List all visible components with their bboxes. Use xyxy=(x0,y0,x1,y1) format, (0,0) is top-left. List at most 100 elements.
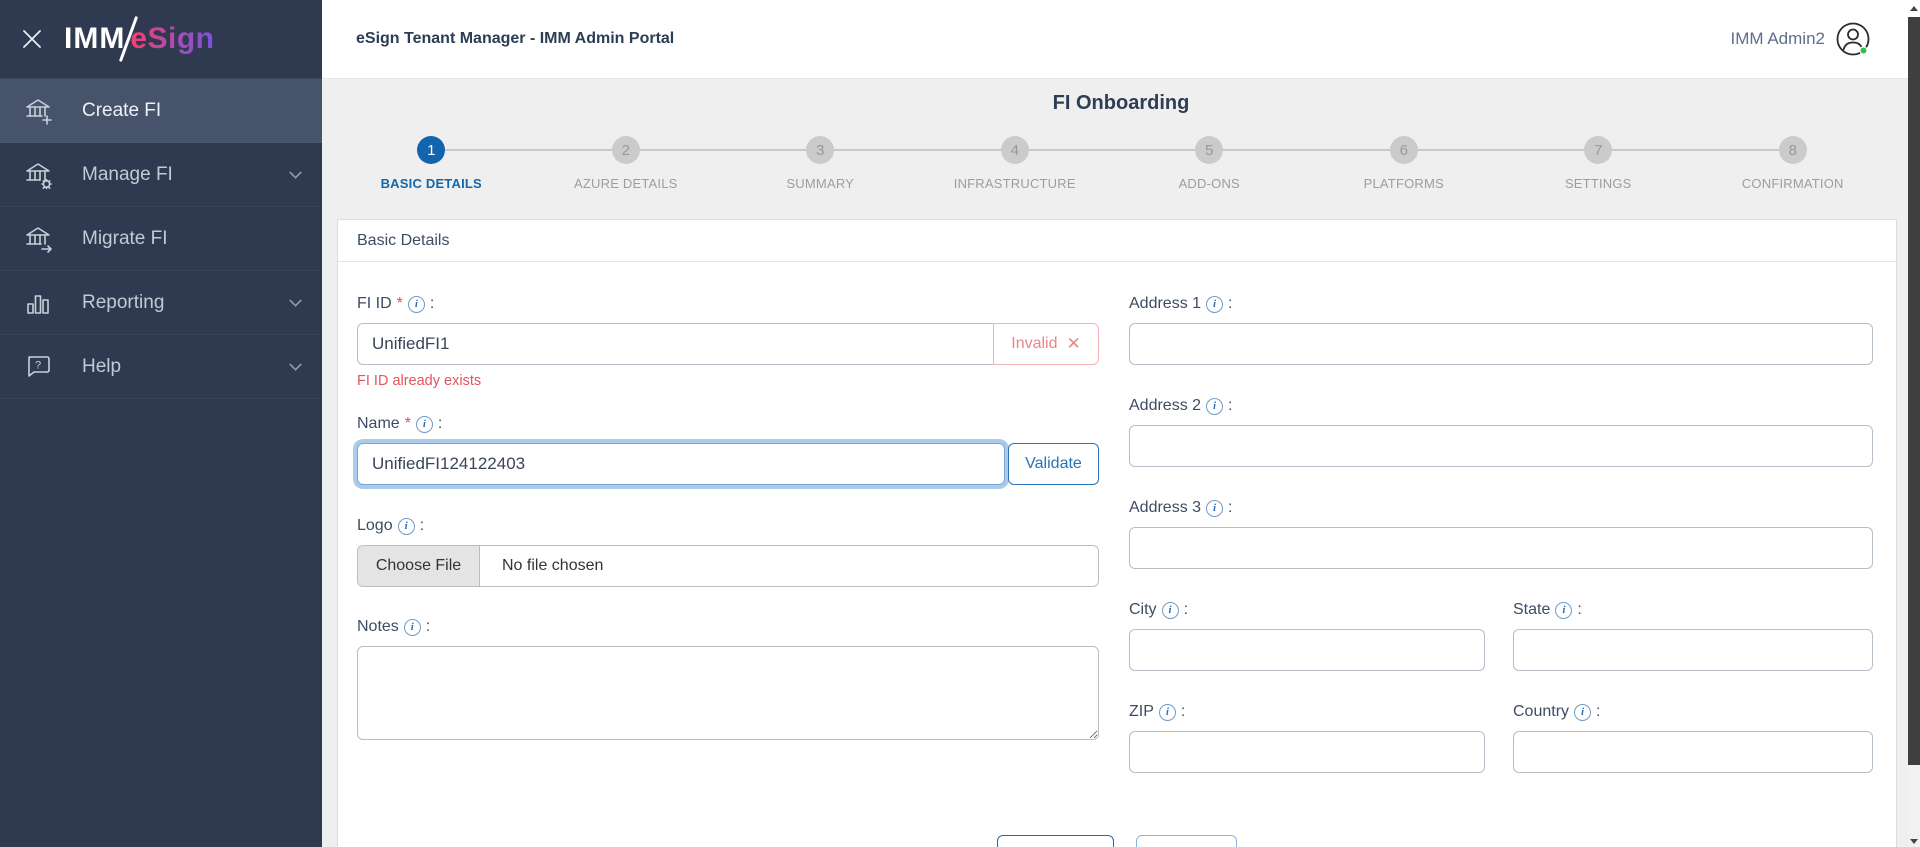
field-country: Country i : xyxy=(1513,703,1873,773)
page-title: FI Onboarding xyxy=(1052,92,1190,114)
step-label: INFRASTRUCTURE xyxy=(953,176,1076,191)
notes-textarea[interactable] xyxy=(357,646,1099,740)
step-platforms[interactable]: 6 PLATFORMS xyxy=(1306,136,1502,191)
address-3-label: Address 3 i : xyxy=(1129,499,1873,517)
country-label: Country i : xyxy=(1513,703,1873,721)
scrollbar-down-arrow[interactable] xyxy=(1908,839,1920,844)
label-colon: : xyxy=(437,415,443,432)
info-icon[interactable]: i xyxy=(1206,295,1224,313)
label-text: Country xyxy=(1513,703,1570,720)
user-avatar-icon[interactable] xyxy=(1835,21,1872,58)
next-button[interactable]: → Next xyxy=(1135,835,1238,847)
field-address-1: Address 1 i : xyxy=(1129,295,1873,365)
fi-id-group: Invalid ✕ xyxy=(357,323,1099,365)
label-colon: : xyxy=(429,295,435,312)
step-label: CONFIRMATION xyxy=(1741,176,1844,191)
sidebar-item-label: Manage FI xyxy=(82,163,173,185)
step-dot[interactable]: 3 xyxy=(806,136,835,164)
step-infrastructure[interactable]: 4 INFRASTRUCTURE xyxy=(917,136,1113,191)
info-icon[interactable]: i xyxy=(403,618,421,636)
chevron-down-icon xyxy=(289,299,302,307)
form-left-column: FI ID * i : Invalid ✕ xyxy=(357,295,1099,805)
step-dot[interactable]: 5 xyxy=(1195,136,1224,164)
field-logo: Logo i : Choose File No file chosen xyxy=(357,517,1099,587)
label-text: Address 3 xyxy=(1129,499,1202,516)
user-menu[interactable]: IMM Admin2 xyxy=(1731,21,1872,58)
info-icon[interactable]: i xyxy=(1206,397,1224,415)
zip-input[interactable] xyxy=(1129,731,1485,773)
label-colon: : xyxy=(1228,295,1233,312)
scrollbar-up-arrow[interactable] xyxy=(1908,0,1920,17)
address-2-input[interactable] xyxy=(1129,425,1873,467)
vertical-scrollbar[interactable] xyxy=(1908,0,1920,847)
logo-file-input[interactable]: Choose File No file chosen xyxy=(357,545,1099,587)
info-icon[interactable]: i xyxy=(1206,499,1224,517)
step-settings[interactable]: 7 SETTINGS xyxy=(1501,136,1696,191)
info-icon[interactable]: i xyxy=(415,415,433,433)
step-dot[interactable]: 2 xyxy=(611,136,640,164)
sidebar-item-help[interactable]: ? Help xyxy=(0,335,322,399)
sidebar-item-label: Create FI xyxy=(82,99,162,121)
zip-label: ZIP i : xyxy=(1129,703,1485,721)
choose-file-button[interactable]: Choose File xyxy=(358,546,480,586)
step-dot[interactable]: 8 xyxy=(1778,136,1807,164)
step-dot[interactable]: 4 xyxy=(1000,136,1029,164)
info-icon[interactable]: i xyxy=(1158,703,1176,721)
step-azure-details[interactable]: 2 AZURE DETAILS xyxy=(528,136,724,191)
sidebar-item-reporting[interactable]: Reporting xyxy=(0,271,322,335)
topbar: eSign Tenant Manager - IMM Admin Portal … xyxy=(322,0,1920,79)
bank-gear-icon xyxy=(26,162,52,189)
info-icon[interactable]: i xyxy=(1555,601,1573,619)
label-text: FI ID xyxy=(357,295,392,312)
label-colon: : xyxy=(425,618,431,635)
required-asterisk: * xyxy=(396,295,403,312)
label-text: Logo xyxy=(357,517,393,534)
sidebar-item-create-fi[interactable]: Create FI xyxy=(0,79,322,143)
label-colon: : xyxy=(1180,703,1186,720)
step-dot[interactable]: 6 xyxy=(1389,136,1418,164)
address-3-input[interactable] xyxy=(1129,527,1873,569)
notes-label: Notes i : xyxy=(357,618,1099,636)
validate-button[interactable]: Validate xyxy=(1008,443,1099,485)
label-text: City xyxy=(1129,601,1157,618)
city-state-row: City i : State i : xyxy=(1129,601,1873,703)
wizard-stepper: 1 BASIC DETAILS 2 AZURE DETAILS 3 SUMMAR… xyxy=(334,136,1890,191)
info-icon[interactable]: i xyxy=(1574,703,1592,721)
city-label: City i : xyxy=(1129,601,1485,619)
country-input[interactable] xyxy=(1513,731,1873,773)
sidebar-item-label: Reporting xyxy=(82,291,165,313)
fi-id-label: FI ID * i : xyxy=(357,295,1099,313)
name-input[interactable] xyxy=(357,443,1005,485)
app-title: eSign Tenant Manager - IMM Admin Portal xyxy=(356,30,675,47)
sidebar-item-manage-fi[interactable]: Manage FI xyxy=(0,143,322,207)
info-icon[interactable]: i xyxy=(1161,601,1179,619)
sidebar-item-label: Migrate FI xyxy=(82,227,168,249)
step-add-ons[interactable]: 5 ADD-ONS xyxy=(1112,136,1307,191)
step-dot[interactable]: 1 xyxy=(417,136,446,164)
cancel-button[interactable]: ✕ Cancel xyxy=(996,835,1114,847)
step-basic-details[interactable]: 1 BASIC DETAILS xyxy=(334,136,529,191)
address-1-input[interactable] xyxy=(1129,323,1873,365)
label-text: Address 1 xyxy=(1129,295,1202,312)
step-label: SETTINGS xyxy=(1564,176,1632,191)
info-icon[interactable]: i xyxy=(407,295,425,313)
address-1-label: Address 1 i : xyxy=(1129,295,1873,313)
bank-plus-icon xyxy=(26,98,52,125)
close-icon[interactable] xyxy=(20,27,44,51)
step-summary[interactable]: 3 SUMMARY xyxy=(723,136,918,191)
file-chosen-status: No file chosen xyxy=(502,557,604,574)
brand-esign: eSign xyxy=(130,22,215,55)
invalid-text: Invalid xyxy=(1011,335,1058,352)
bank-arrow-icon xyxy=(26,226,52,253)
info-icon[interactable]: i xyxy=(397,517,415,535)
fi-id-input[interactable] xyxy=(357,323,994,365)
scrollbar-thumb[interactable] xyxy=(1908,17,1920,765)
step-label: BASIC DETAILS xyxy=(380,176,482,191)
sidebar-item-migrate-fi[interactable]: Migrate FI xyxy=(0,207,322,271)
form-right-column: Address 1 i : Address 2 i : Address 3 i … xyxy=(1129,295,1873,805)
state-input[interactable] xyxy=(1513,629,1873,671)
sidebar-header: IMM eSign xyxy=(0,0,322,78)
step-confirmation[interactable]: 8 CONFIRMATION xyxy=(1695,136,1891,191)
step-dot[interactable]: 7 xyxy=(1584,136,1613,164)
city-input[interactable] xyxy=(1129,629,1485,671)
